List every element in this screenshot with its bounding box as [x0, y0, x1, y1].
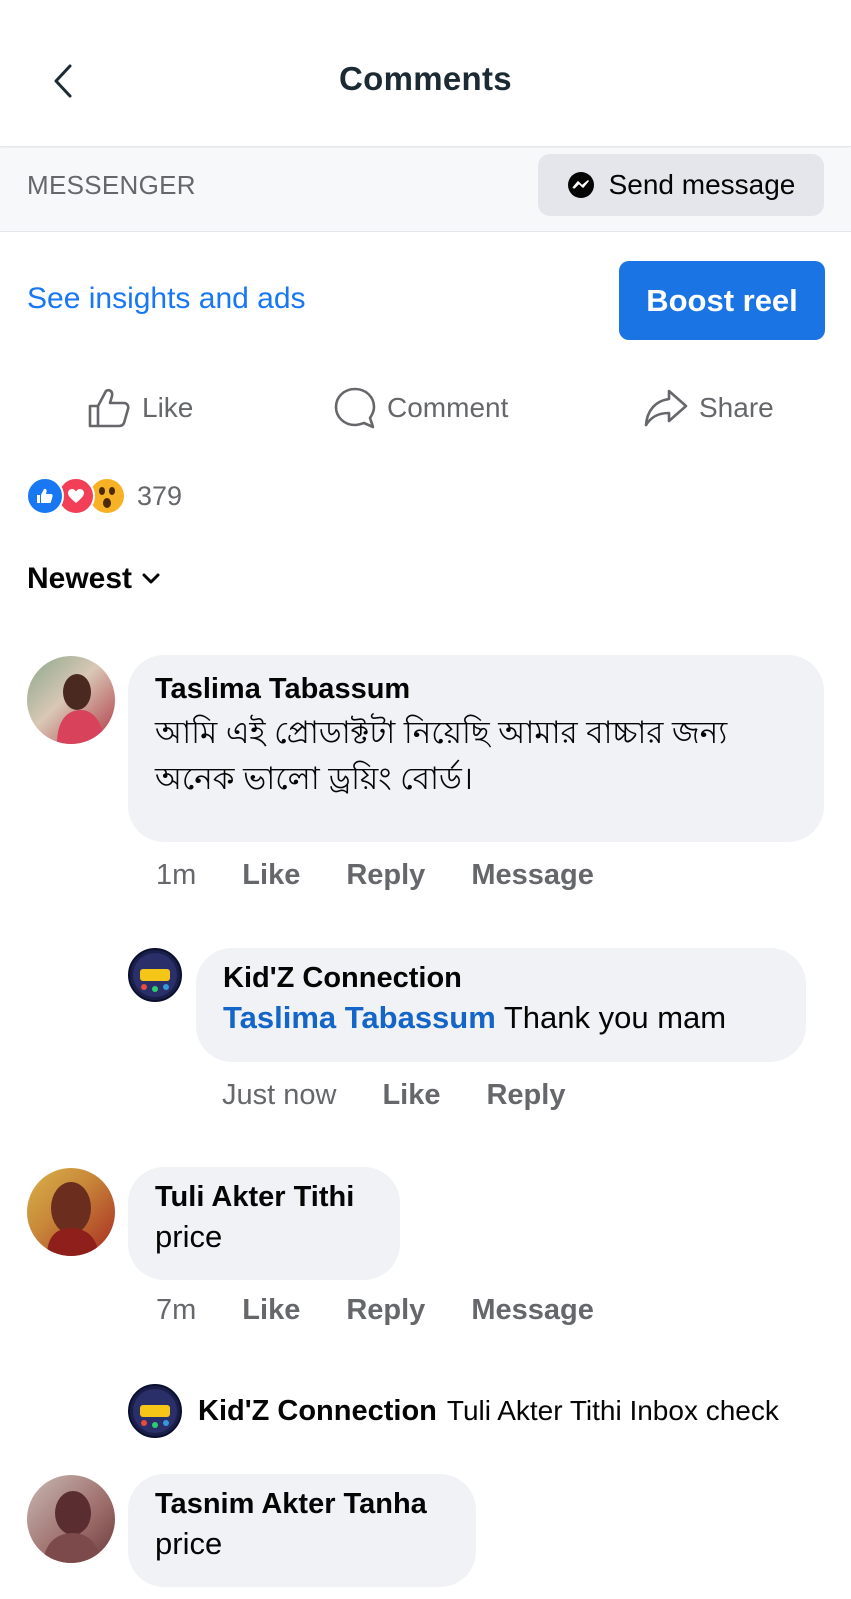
share-icon	[644, 389, 688, 427]
reply-meta: Just now Like Reply	[222, 1079, 565, 1112]
reply-body: Thank you mam	[503, 1000, 727, 1035]
like-label: Like	[142, 392, 194, 423]
comment-time: 1m	[156, 859, 197, 891]
page-avatar[interactable]	[128, 948, 182, 1002]
comment-bubble[interactable]: Tasnim Akter Tanha price	[128, 1474, 476, 1587]
comment-meta: 7m Like Reply Message	[156, 1294, 594, 1327]
comment-text: আমি এই প্রোডাক্টটা নিয়েছি আমার বাচ্চার …	[155, 715, 728, 796]
reply-text: Taslima Tabassum Thank you mam	[223, 995, 779, 1041]
avatar[interactable]	[27, 1168, 115, 1256]
send-message-label: Send message	[608, 169, 796, 200]
post-actions: Like Comment Share	[0, 380, 851, 440]
collapsed-reply-author: Kid'Z Connection	[198, 1394, 437, 1427]
reactions-summary[interactable]: 379	[26, 476, 182, 516]
messenger-bar: MESSENGER Send message	[0, 148, 851, 232]
comment-time: 7m	[156, 1294, 197, 1326]
comment-like-button[interactable]: Like	[242, 859, 300, 892]
thumbs-up-icon	[88, 388, 130, 428]
reply-author[interactable]: Kid'Z Connection	[223, 962, 779, 995]
comment-bubble[interactable]: Taslima Tabassum আমি এই প্রোডাক্টটা নিয়…	[128, 655, 824, 842]
avatar[interactable]	[27, 1475, 115, 1563]
send-message-button[interactable]: Send message	[538, 154, 824, 216]
comment-like-button[interactable]: Like	[242, 1294, 300, 1327]
reply-reply-button[interactable]: Reply	[486, 1079, 565, 1112]
collapsed-reply-text: Tuli Akter Tithi Inbox check	[446, 1395, 779, 1426]
sort-label: Newest	[27, 562, 133, 595]
page-avatar	[128, 1384, 182, 1438]
page-title: Comments	[339, 60, 512, 97]
reply-like-button[interactable]: Like	[382, 1079, 440, 1112]
reply-bubble[interactable]: Kid'Z Connection Taslima Tabassum Thank …	[196, 948, 806, 1062]
like-reaction-icon	[26, 477, 64, 515]
comment-author[interactable]: Tuli Akter Tithi	[155, 1181, 373, 1214]
comment-icon	[334, 387, 376, 429]
comment-meta: 1m Like Reply Message	[156, 859, 594, 892]
comment-reply-button[interactable]: Reply	[346, 859, 425, 892]
reply-tag[interactable]: Taslima Tabassum	[223, 1000, 496, 1035]
comment-author[interactable]: Tasnim Akter Tanha	[155, 1488, 449, 1521]
collapsed-reply[interactable]: Kid'Z Connection Tuli Akter Tithi Inbox …	[128, 1384, 779, 1438]
comment-reply-button[interactable]: Reply	[346, 1294, 425, 1327]
comment-author[interactable]: Taslima Tabassum	[155, 673, 797, 706]
comment-button[interactable]: Comment	[333, 386, 508, 430]
sort-dropdown[interactable]: Newest	[27, 562, 162, 596]
like-button[interactable]: Like	[86, 386, 193, 430]
see-insights-link[interactable]: See insights and ads	[27, 282, 306, 316]
reply-time: Just now	[222, 1079, 337, 1111]
header: Comments	[0, 0, 851, 147]
avatar[interactable]	[27, 656, 115, 744]
share-button[interactable]: Share	[643, 386, 774, 430]
reaction-count: 379	[137, 480, 183, 511]
comment-bubble[interactable]: Tuli Akter Tithi price	[128, 1167, 400, 1280]
messenger-label: MESSENGER	[27, 170, 196, 200]
messenger-icon	[567, 172, 594, 198]
share-label: Share	[699, 392, 774, 423]
comment-text: price	[155, 1219, 223, 1254]
comment-label: Comment	[387, 392, 509, 423]
comment-message-button[interactable]: Message	[471, 859, 594, 892]
comment-message-button[interactable]: Message	[471, 1294, 594, 1327]
chevron-down-icon	[142, 573, 160, 584]
boost-reel-button[interactable]: Boost reel	[619, 261, 825, 340]
comment-text: price	[155, 1526, 223, 1561]
